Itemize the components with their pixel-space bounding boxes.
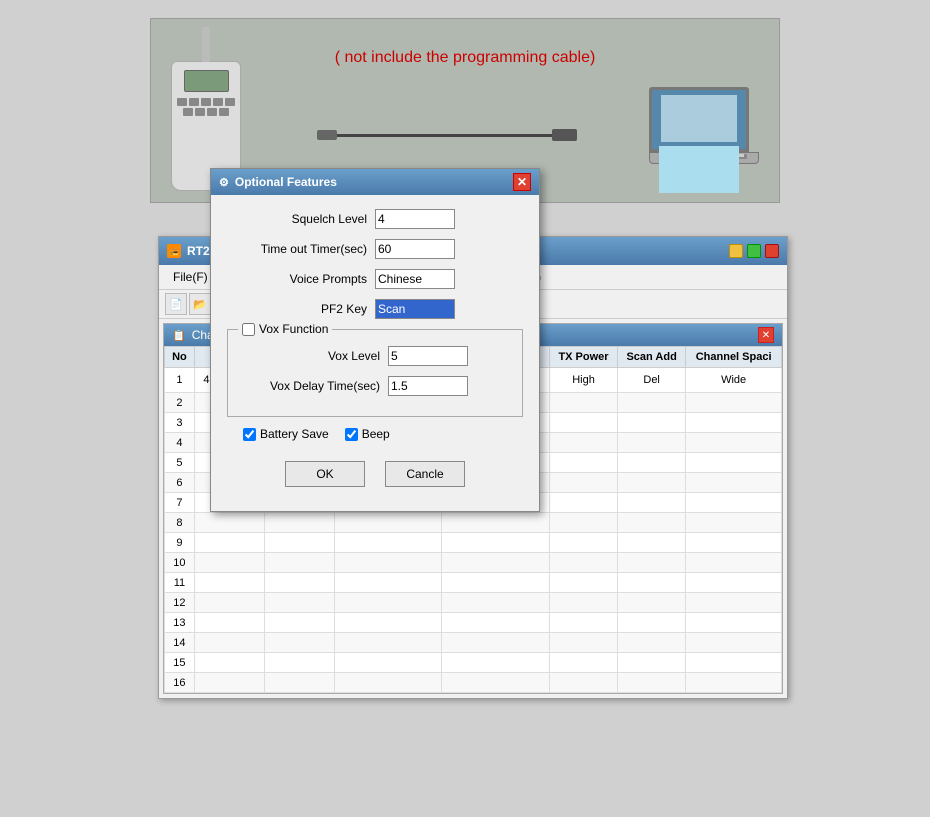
battery-save-checkbox[interactable] xyxy=(243,428,256,441)
ok-button[interactable]: OK xyxy=(285,461,365,487)
app-icon: 📻 xyxy=(167,244,181,258)
squelch-select[interactable]: 41235 xyxy=(375,209,455,229)
minimize-btn[interactable] xyxy=(729,244,743,258)
beep-checkbox[interactable] xyxy=(345,428,358,441)
row-scan-add: Del xyxy=(618,368,686,393)
table-row[interactable]: 13 xyxy=(165,613,782,633)
pf2-key-label: PF2 Key xyxy=(227,302,367,316)
voice-prompts-label: Voice Prompts xyxy=(227,272,367,286)
vox-delay-label: Vox Delay Time(sec) xyxy=(240,379,380,393)
vox-level-row: Vox Level 512346 xyxy=(240,346,510,366)
opt-dialog-title-bar: ⚙ Optional Features ✕ xyxy=(211,169,539,195)
col-ch-spac: Channel Spaci xyxy=(686,347,782,368)
squelch-label: Squelch Level xyxy=(227,212,367,226)
banner-text: ( not include the programming cable) xyxy=(335,49,596,67)
pf2-key-row: PF2 Key Scan Monitor Alarm None xyxy=(227,299,523,319)
pf2-key-select[interactable]: Scan Monitor Alarm None xyxy=(375,299,455,319)
menu-file[interactable]: File(F) xyxy=(165,267,216,287)
cancel-button[interactable]: Cancle xyxy=(385,461,465,487)
beep-label: Beep xyxy=(362,427,390,441)
battery-save-item: Battery Save xyxy=(243,427,329,441)
squelch-row: Squelch Level 41235 xyxy=(227,209,523,229)
radio-image xyxy=(171,31,241,191)
table-row[interactable]: 8 xyxy=(165,513,782,533)
table-row[interactable]: 12 xyxy=(165,593,782,613)
vox-legend: Vox Function xyxy=(238,322,332,336)
vox-delay-row: Vox Delay Time(sec) 1.50.51.02.02.53.0 xyxy=(240,376,510,396)
dialog-buttons: OK Cancle xyxy=(227,451,523,501)
toolbar-new[interactable]: 📄 xyxy=(165,293,187,315)
cable-image xyxy=(241,134,649,137)
row-no: 1 xyxy=(165,368,195,393)
opt-dialog-title: Optional Features xyxy=(235,175,337,189)
col-tx-power: TX Power xyxy=(550,347,618,368)
laptop-image xyxy=(649,87,759,164)
vox-level-label: Vox Level xyxy=(240,349,380,363)
table-row[interactable]: 16 xyxy=(165,673,782,693)
voice-prompts-row: Voice Prompts ChineseOffEnglish xyxy=(227,269,523,289)
vox-function-label: Vox Function xyxy=(259,322,328,336)
table-row[interactable]: 11 xyxy=(165,573,782,593)
timeout-label: Time out Timer(sec) xyxy=(227,242,367,256)
row-tx-power: High xyxy=(550,368,618,393)
beep-item: Beep xyxy=(345,427,390,441)
maximize-btn[interactable] xyxy=(747,244,761,258)
timeout-select[interactable]: 603090120Off xyxy=(375,239,455,259)
vox-delay-select[interactable]: 1.50.51.02.02.53.0 xyxy=(388,376,468,396)
vox-group-box: Vox Function Vox Level 512346 Vox Delay … xyxy=(227,329,523,417)
opt-dialog-body: Squelch Level 41235 Time out Timer(sec) … xyxy=(211,195,539,511)
toolbar-open[interactable]: 📂 xyxy=(189,293,211,315)
table-row[interactable]: 15 xyxy=(165,653,782,673)
channel-close-btn[interactable]: ✕ xyxy=(758,327,774,343)
vox-level-select[interactable]: 512346 xyxy=(388,346,468,366)
battery-save-label: Battery Save xyxy=(260,427,329,441)
optional-features-dialog: ⚙ Optional Features ✕ Squelch Level 4123… xyxy=(210,168,540,512)
col-no: No xyxy=(165,347,195,368)
bottom-checkboxes: Battery Save Beep xyxy=(243,427,507,441)
opt-dialog-close-btn[interactable]: ✕ xyxy=(513,173,531,191)
vox-function-checkbox[interactable] xyxy=(242,323,255,336)
table-row[interactable]: 10 xyxy=(165,553,782,573)
row-ch-spac: Wide xyxy=(686,368,782,393)
voice-prompts-select[interactable]: ChineseOffEnglish xyxy=(375,269,455,289)
table-row[interactable]: 9 xyxy=(165,533,782,553)
timeout-row: Time out Timer(sec) 603090120Off xyxy=(227,239,523,259)
table-row[interactable]: 14 xyxy=(165,633,782,653)
col-scan: Scan Add xyxy=(618,347,686,368)
close-btn[interactable] xyxy=(765,244,779,258)
